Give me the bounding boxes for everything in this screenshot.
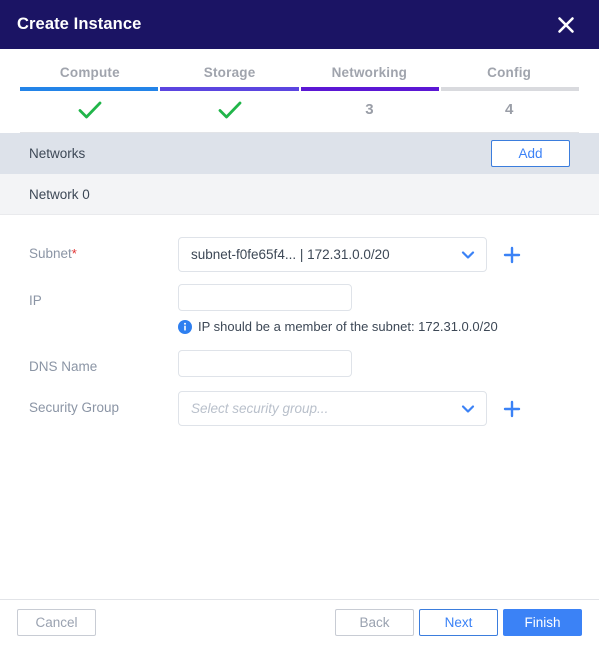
step-mark-config: 4 [504, 101, 514, 118]
stepper-marks: 3 4 [20, 91, 579, 123]
dialog-footer: Cancel Back Next Finish [0, 599, 599, 645]
field-row-subnet: Subnet* subnet-f0fe65f4... | 172.31.0.0/… [0, 237, 599, 272]
step-bar-storage [160, 87, 299, 91]
step-label-compute[interactable]: Compute [20, 65, 160, 87]
footer-left-actions: Cancel [17, 609, 96, 636]
step-mark-compute [20, 96, 160, 123]
chevron-down-icon [461, 250, 475, 260]
subnet-label: Subnet* [29, 237, 178, 261]
required-marker: * [71, 246, 77, 261]
add-network-button[interactable]: Add [491, 140, 570, 167]
security-group-select[interactable]: Select security group... [178, 391, 487, 426]
subnet-control: subnet-f0fe65f4... | 172.31.0.0/20 [178, 237, 599, 272]
step-bar-config [440, 87, 579, 91]
cancel-button[interactable]: Cancel [17, 609, 96, 636]
subnet-select-value: subnet-f0fe65f4... | 172.31.0.0/20 [191, 247, 390, 262]
close-icon[interactable] [551, 10, 581, 40]
step-mark-storage [160, 96, 300, 123]
step-bar-networking [300, 87, 439, 91]
dialog-titlebar: Create Instance [0, 0, 599, 49]
subnet-label-text: Subnet [29, 246, 72, 261]
dns-name-input[interactable] [178, 350, 352, 377]
step-label-storage[interactable]: Storage [160, 65, 300, 87]
dns-name-control [178, 350, 599, 377]
networks-section-header: Networks Add [0, 133, 599, 174]
back-button[interactable]: Back [335, 609, 414, 636]
finish-button[interactable]: Finish [503, 609, 582, 636]
add-security-group-plus-icon[interactable] [502, 399, 522, 419]
ip-input[interactable] [178, 284, 352, 311]
network-item-header[interactable]: Network 0 [0, 174, 599, 215]
ip-hint: IP should be a member of the subnet: 172… [0, 319, 599, 334]
info-icon [178, 319, 192, 334]
create-instance-dialog: Create Instance Compute Storage Networki… [0, 0, 599, 645]
security-group-control: Select security group... [178, 391, 599, 426]
next-button[interactable]: Next [419, 609, 498, 636]
security-group-select-value: Select security group... [191, 401, 329, 416]
networks-section-title: Networks [29, 146, 86, 161]
stepper-labels: Compute Storage Networking Config [20, 65, 579, 87]
chevron-down-icon [461, 404, 475, 414]
field-row-dns-name: DNS Name [0, 350, 599, 377]
network-form: Subnet* subnet-f0fe65f4... | 172.31.0.0/… [0, 215, 599, 599]
ip-label: IP [29, 293, 42, 308]
field-row-ip: IP [0, 284, 599, 311]
dns-name-label: DNS Name [29, 359, 98, 374]
subnet-select[interactable]: subnet-f0fe65f4... | 172.31.0.0/20 [178, 237, 487, 272]
check-icon [217, 100, 243, 120]
ip-hint-text: IP should be a member of the subnet: 172… [198, 319, 498, 334]
dialog-title: Create Instance [17, 15, 142, 33]
wizard-stepper: Compute Storage Networking Config 3 4 [0, 49, 599, 133]
step-bar-compute [20, 87, 159, 91]
add-subnet-plus-icon[interactable] [502, 245, 522, 265]
network-item-label: Network 0 [29, 186, 90, 202]
check-icon [77, 100, 103, 120]
field-row-security-group: Security Group Select security group... [0, 391, 599, 426]
security-group-label: Security Group [29, 400, 120, 415]
step-label-networking[interactable]: Networking [300, 65, 440, 87]
footer-right-actions: Back Next Finish [335, 609, 582, 636]
ip-control [178, 284, 599, 311]
step-label-config[interactable]: Config [439, 65, 579, 87]
step-mark-networking: 3 [365, 101, 374, 118]
